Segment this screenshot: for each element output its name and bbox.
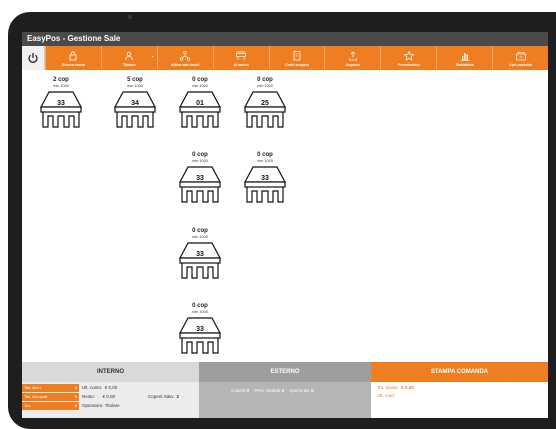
- table-icon: [244, 91, 286, 128]
- table-coperti: 2 cop: [53, 77, 69, 83]
- user-icon: [125, 51, 134, 60]
- table-number: 33: [196, 326, 204, 333]
- ult-conto: Ult. conto: € 0,00: [82, 385, 118, 390]
- table-coperti: 0 cop: [192, 228, 208, 234]
- receipt-icon: [293, 50, 301, 61]
- upload-icon: [348, 50, 357, 60]
- interno-summary: Tav. liberi 8 Tav. occupati 5 Tav. 8 Ult…: [22, 382, 199, 418]
- toolbar-label: Al banco: [233, 62, 249, 67]
- room-floor: 2 cop min 1000 33 5 cop min 1000 34 0 cop min 1…: [22, 70, 548, 362]
- ult-mod: Ult. mod.: [377, 393, 396, 398]
- toolbar-button-2[interactable]: Attiva sale tavoli: [156, 46, 213, 70]
- toolbar-button-5[interactable]: Asporto: [324, 46, 380, 70]
- table-number: 33: [196, 251, 204, 258]
- app-screen: EasyPos - Gestione Sale Blocca cassa Tito…: [22, 32, 548, 418]
- toolbar-label: Prenotazioni: [398, 62, 420, 67]
- chevron-down-icon: ⌄: [150, 53, 155, 59]
- table-item[interactable]: 0 cop min 1000 33: [240, 151, 290, 215]
- footer-panel: INTERNO ESTERNO STAMPA COMANDA Tav. libe…: [22, 362, 548, 418]
- power-icon: [28, 53, 38, 63]
- table-icon: [179, 317, 221, 354]
- esterno-summary: Coperti 0 Pers. Seduta 0 Aperto da: 0: [199, 382, 371, 418]
- table-number: 01: [196, 100, 204, 107]
- stat-tav-occupati: Tav. occupati 5: [22, 393, 79, 401]
- tab-interno[interactable]: INTERNO: [22, 362, 199, 382]
- table-number: 33: [57, 100, 65, 107]
- counter-icon: [236, 51, 246, 60]
- toolbar: Blocca cassa Titolare ⌄ Attiva sale tavoli A…: [22, 46, 548, 70]
- table-item[interactable]: 0 cop min 1000 01: [175, 76, 225, 140]
- esterno-stats: Coperti 0 Pers. Seduta 0 Aperto da: 0: [231, 388, 314, 393]
- table-number: 34: [131, 100, 139, 107]
- table-coperti: 0 cop: [192, 303, 208, 309]
- table-coperti: 0 cop: [192, 152, 208, 158]
- toolbar-label: Attiva sale tavoli: [171, 62, 200, 67]
- table-icon: [179, 242, 221, 279]
- table-icon: [179, 91, 221, 128]
- table-coperti: 5 cop: [127, 77, 143, 83]
- coperti-sala: Coperti Sala: 2: [148, 394, 180, 399]
- toolbar-button-3[interactable]: Al banco: [212, 46, 269, 70]
- app-title: EasyPos - Gestione Sale: [22, 32, 548, 46]
- drawer-icon: [515, 51, 526, 60]
- toolbar-button-6[interactable]: Prenotazioni: [380, 46, 436, 70]
- table-item[interactable]: 2 cop min 1000 33: [36, 76, 86, 140]
- network-icon: [180, 50, 191, 61]
- toolbar-button-7[interactable]: Statistiche: [436, 46, 492, 70]
- chart-icon: [460, 52, 470, 61]
- stat-tav-liberi: Tav. liberi 8: [22, 384, 79, 392]
- table-item[interactable]: 0 cop min 1000 25: [240, 76, 290, 140]
- toolbar-label: Blocca cassa: [62, 62, 85, 67]
- tot-tavolo: Tot. tavolo: € 0,00: [377, 385, 414, 390]
- table-icon: [244, 166, 286, 203]
- table-coperti: 0 cop: [257, 77, 273, 83]
- power-button[interactable]: [22, 46, 45, 70]
- table-icon: [40, 91, 82, 128]
- table-coperti: 0 cop: [192, 77, 208, 83]
- operatore: Operatore: Titolare: [82, 403, 120, 408]
- toolbar-button-1[interactable]: Titolare ⌄: [100, 46, 157, 70]
- tab-esterno[interactable]: ESTERNO: [199, 362, 371, 382]
- table-item[interactable]: 0 cop min 1000 33: [175, 302, 225, 366]
- table-coperti: 0 cop: [257, 152, 273, 158]
- table-number: 33: [196, 175, 204, 182]
- star-icon: [403, 50, 415, 61]
- toolbar-button-0[interactable]: Blocca cassa: [45, 46, 101, 70]
- lock-icon: [70, 50, 77, 60]
- toolbar-label: Statistiche: [455, 62, 474, 67]
- table-item[interactable]: 0 cop min 1000 33: [175, 227, 225, 291]
- table-item[interactable]: 0 cop min 1000 33: [175, 151, 225, 215]
- stampa-summary: Tot. tavolo: € 0,00 Ult. mod.: [371, 382, 548, 418]
- table-icon: [179, 166, 221, 203]
- toolbar-label: Titolare: [122, 62, 136, 67]
- toolbar-label: Conti sospesi: [285, 62, 309, 67]
- stampa-comanda-button[interactable]: STAMPA COMANDA: [371, 362, 548, 382]
- table-number: 25: [261, 100, 269, 107]
- toolbar-label: Asporto: [346, 62, 360, 67]
- table-item[interactable]: 5 cop min 1000 34: [110, 76, 160, 140]
- stat-tav: Tav. 8: [22, 402, 79, 410]
- camera-dot: [128, 15, 132, 19]
- table-number: 33: [261, 175, 269, 182]
- toolbar-label: Apri cassetto: [509, 62, 532, 67]
- toolbar-items: Blocca cassa Titolare ⌄ Attiva sale tavoli A…: [45, 46, 548, 70]
- resto: Resto: € 0,00: [82, 394, 116, 399]
- toolbar-button-8[interactable]: Apri cassetto: [492, 46, 548, 70]
- toolbar-button-4[interactable]: Conti sospesi: [268, 46, 325, 70]
- table-icon: [114, 91, 156, 128]
